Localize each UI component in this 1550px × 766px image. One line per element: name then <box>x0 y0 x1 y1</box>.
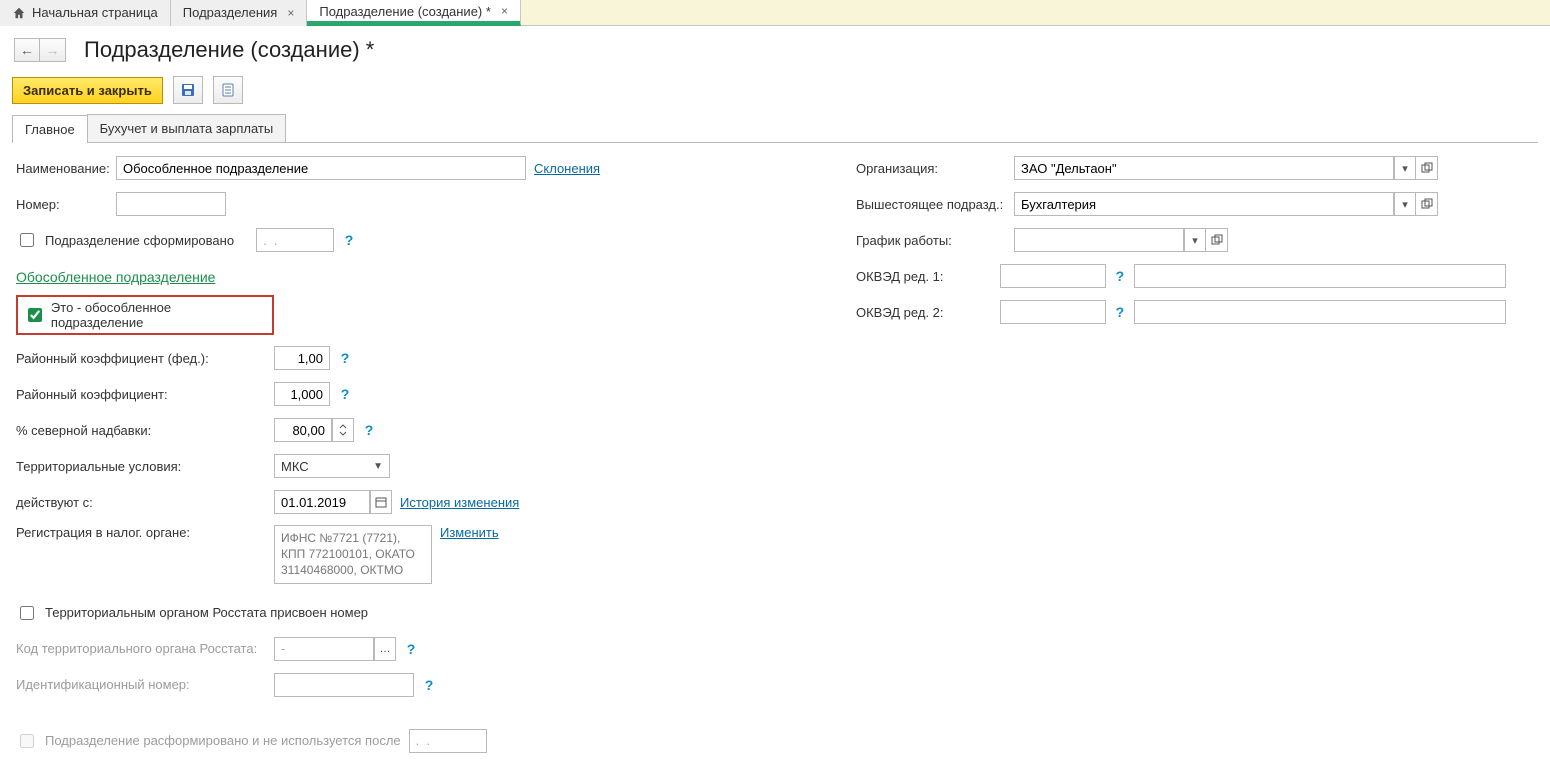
okved1-desc[interactable] <box>1134 264 1506 288</box>
id-label: Идентификационный номер: <box>16 677 266 692</box>
document-button[interactable] <box>213 76 243 104</box>
isolated-label: Это - обособленное подразделение <box>51 300 266 330</box>
okved1-code[interactable] <box>1000 264 1106 288</box>
name-input[interactable] <box>116 156 526 180</box>
since-label: действуют с: <box>16 495 266 510</box>
parent-input[interactable] <box>1014 192 1394 216</box>
rosstat-label: Территориальным органом Росстата присвое… <box>45 605 368 620</box>
rosstat-code-label: Код территориального органа Росстата: <box>16 641 266 656</box>
nav-forward[interactable]: → <box>40 38 66 62</box>
okved2-label: ОКВЭД ред. 2: <box>856 305 992 320</box>
name-label: Наименование: <box>16 161 108 176</box>
close-icon[interactable]: × <box>501 4 508 18</box>
north-label: % северной надбавки: <box>16 423 266 438</box>
section-isolated: Обособленное подразделение <box>16 269 816 285</box>
document-icon <box>220 82 236 98</box>
window-tabs: Начальная страница Подразделения × Подра… <box>0 0 1550 26</box>
save-and-close-button[interactable]: Записать и закрыть <box>12 77 163 104</box>
tab-home-label: Начальная страница <box>32 5 158 20</box>
chevron-down-icon[interactable]: ▾ <box>1184 228 1206 252</box>
coef-fed-input[interactable] <box>274 346 330 370</box>
history-link[interactable]: История изменения <box>400 495 519 510</box>
formed-date[interactable] <box>256 228 334 252</box>
help-icon[interactable]: ? <box>362 422 376 438</box>
content-tabs: Главное Бухучет и выплата зарплаты <box>12 114 1538 143</box>
tax-label: Регистрация в налог. органе: <box>16 525 266 540</box>
help-icon[interactable]: ? <box>338 386 352 402</box>
since-date-input[interactable] <box>274 490 370 514</box>
tab-home[interactable]: Начальная страница <box>0 0 171 26</box>
terr-select[interactable]: МКС ▼ <box>274 454 390 478</box>
help-icon[interactable]: ? <box>422 677 436 693</box>
left-column: Наименование: Склонения Номер: Подраздел… <box>16 155 816 754</box>
help-icon[interactable]: ? <box>1114 304 1127 320</box>
tax-value: ИФНС №7721 (7721), КПП 772100101, ОКАТО … <box>274 525 432 584</box>
tab-department-creation[interactable]: Подразделение (создание) * × <box>307 0 521 26</box>
org-input[interactable] <box>1014 156 1394 180</box>
open-icon[interactable] <box>1416 192 1438 216</box>
disbanded-date <box>409 729 487 753</box>
disbanded-label: Подразделение расформировано и не исполь… <box>45 733 401 748</box>
okved1-label: ОКВЭД ред. 1: <box>856 269 992 284</box>
help-icon[interactable]: ? <box>338 350 352 366</box>
tab-departments[interactable]: Подразделения × <box>171 0 308 26</box>
help-icon[interactable]: ? <box>342 232 356 248</box>
nav-buttons: ← → <box>14 38 66 62</box>
schedule-label: График работы: <box>856 233 1006 248</box>
home-icon <box>12 6 26 20</box>
change-link[interactable]: Изменить <box>440 525 499 540</box>
isolated-checkbox[interactable] <box>28 308 42 322</box>
okved2-code[interactable] <box>1000 300 1106 324</box>
chevron-down-icon[interactable]: ▾ <box>1394 192 1416 216</box>
terr-value: МКС <box>281 459 309 474</box>
coef-input[interactable] <box>274 382 330 406</box>
help-icon[interactable]: ? <box>404 641 418 657</box>
open-icon[interactable] <box>1206 228 1228 252</box>
formed-label: Подразделение сформировано <box>45 233 234 248</box>
isolated-highlight: Это - обособленное подразделение <box>16 295 274 335</box>
number-label: Номер: <box>16 197 108 212</box>
nav-back[interactable]: ← <box>14 38 40 62</box>
calendar-icon[interactable] <box>370 490 392 514</box>
formed-checkbox[interactable] <box>20 233 34 247</box>
rosstat-checkbox[interactable] <box>20 606 34 620</box>
more-icon[interactable]: … <box>374 637 396 661</box>
declensions-link[interactable]: Склонения <box>534 161 600 176</box>
page-title: Подразделение (создание) * <box>84 37 374 63</box>
save-icon <box>180 82 196 98</box>
toolbar: Записать и закрыть <box>0 74 1550 110</box>
rosstat-code-input[interactable] <box>274 637 374 661</box>
id-input[interactable] <box>274 673 414 697</box>
number-input[interactable] <box>116 192 226 216</box>
form-body: Наименование: Склонения Номер: Подраздел… <box>0 143 1550 766</box>
right-column: Организация: ▾ Вышестоящее подразд.: ▾ Г… <box>856 155 1506 754</box>
chevron-down-icon[interactable]: ▾ <box>1394 156 1416 180</box>
nav-strip: ← → Подразделение (создание) * <box>0 26 1550 74</box>
okved2-desc[interactable] <box>1134 300 1506 324</box>
save-button[interactable] <box>173 76 203 104</box>
disbanded-checkbox <box>20 734 34 748</box>
spinner-icon[interactable] <box>332 418 354 442</box>
tab-department-creation-label: Подразделение (создание) * <box>319 4 491 19</box>
coef-label: Районный коэффициент: <box>16 387 266 402</box>
org-label: Организация: <box>856 161 1006 176</box>
parent-label: Вышестоящее подразд.: <box>856 197 1006 212</box>
help-icon[interactable]: ? <box>1114 268 1127 284</box>
schedule-input[interactable] <box>1014 228 1184 252</box>
open-icon[interactable] <box>1416 156 1438 180</box>
tab-accounting[interactable]: Бухучет и выплата зарплаты <box>87 114 287 142</box>
coef-fed-label: Районный коэффициент (фед.): <box>16 351 266 366</box>
close-icon[interactable]: × <box>287 6 294 20</box>
chevron-down-icon: ▼ <box>373 461 383 472</box>
north-input[interactable] <box>274 418 332 442</box>
terr-label: Территориальные условия: <box>16 459 266 474</box>
tab-departments-label: Подразделения <box>183 5 278 20</box>
tab-main[interactable]: Главное <box>12 115 88 143</box>
